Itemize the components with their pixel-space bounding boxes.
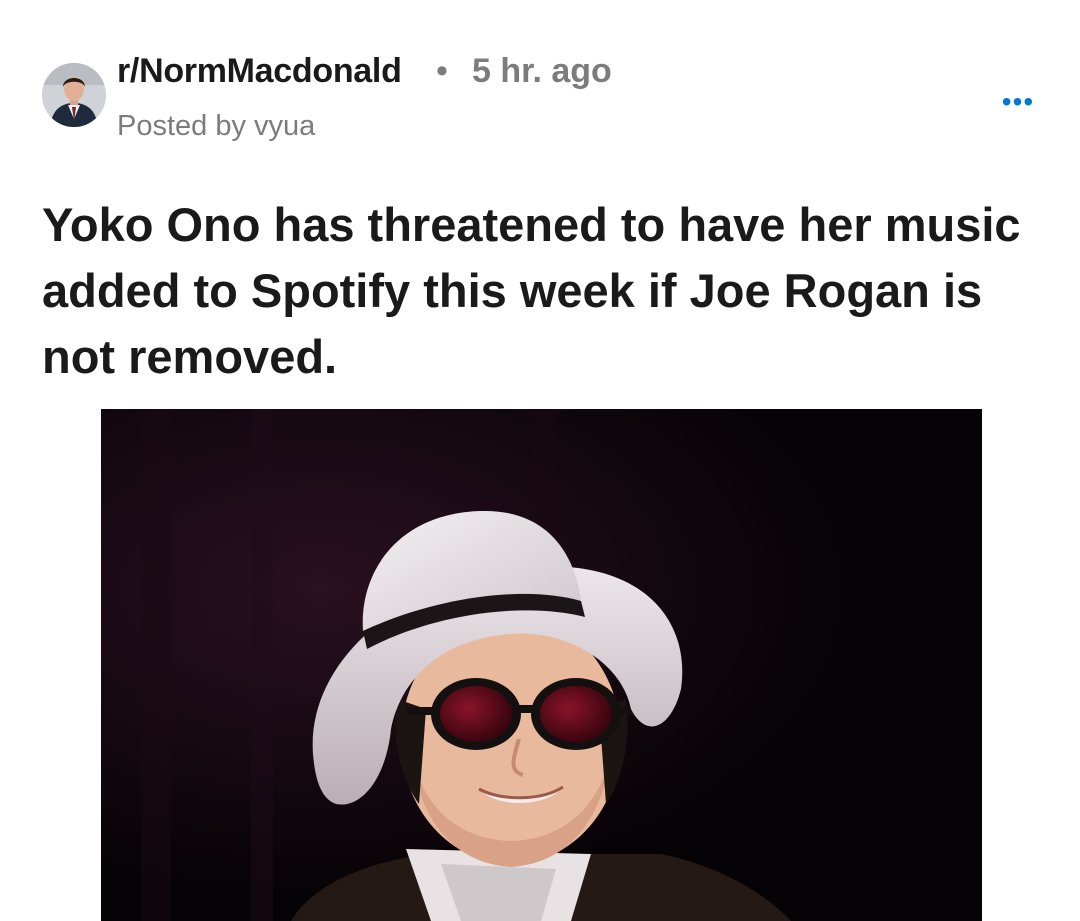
post-image[interactable]: [101, 409, 982, 921]
meta-separator: •: [436, 52, 448, 90]
subreddit-avatar[interactable]: [42, 63, 106, 127]
subreddit-name-link[interactable]: r/NormMacdonald: [117, 52, 402, 91]
post-age: 5 hr. ago: [472, 52, 612, 90]
posted-by-text[interactable]: Posted by vyua: [117, 110, 315, 143]
more-options-button[interactable]: •••: [998, 88, 1038, 116]
more-options-icon: •••: [1001, 86, 1035, 117]
post-title[interactable]: Yoko Ono has threatened to have her musi…: [42, 192, 1052, 390]
